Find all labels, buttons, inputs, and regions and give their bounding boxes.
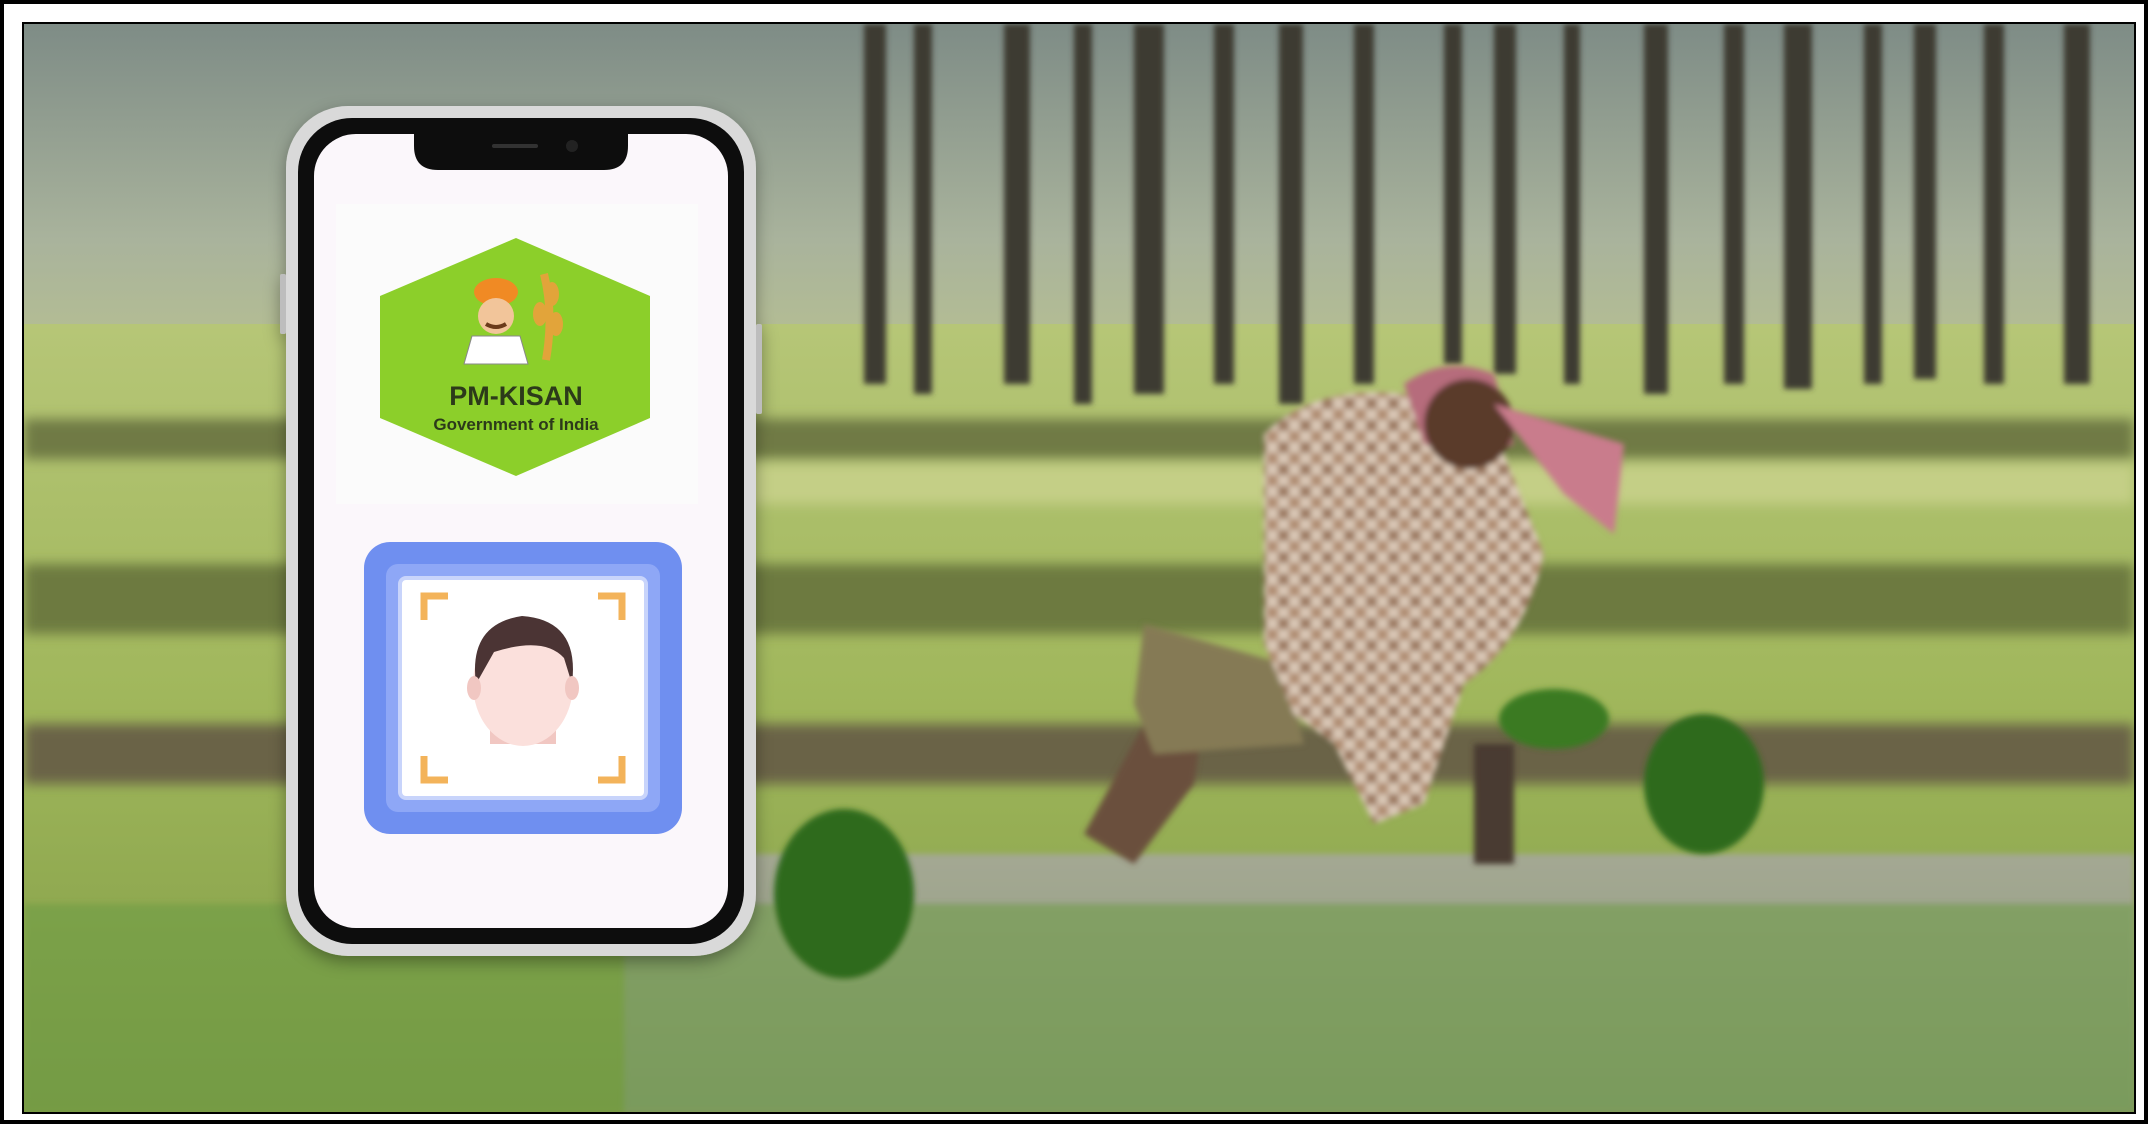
- logo-title: PM-KISAN: [449, 381, 583, 411]
- farmer-with-wheat-icon: [463, 273, 563, 365]
- farm-scene: PM-KISAN Government of India: [24, 24, 2134, 1112]
- image-frame: PM-KISAN Government of India: [0, 0, 2148, 1124]
- face-recognition-icon: [364, 542, 682, 834]
- photo-area: PM-KISAN Government of India: [22, 22, 2136, 1114]
- pm-kisan-logo: PM-KISAN Government of India: [336, 204, 698, 504]
- logo-subtitle: Government of India: [433, 415, 599, 434]
